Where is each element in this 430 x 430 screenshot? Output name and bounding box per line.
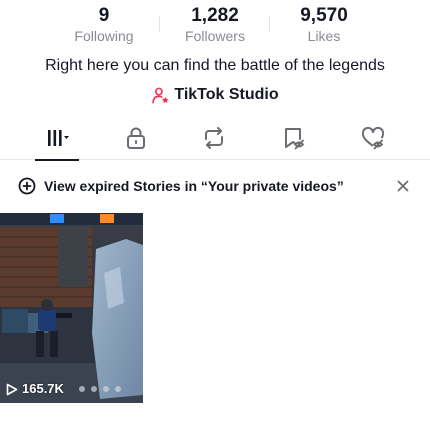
- lock-icon: [127, 127, 145, 149]
- profile-stats: 9 Following 1,282 Followers 9,570 Likes: [0, 4, 430, 46]
- repost-icon: [205, 127, 223, 149]
- followers-count: 1,282: [191, 5, 239, 26]
- close-icon[interactable]: [396, 179, 410, 193]
- followers-label: Followers: [185, 28, 245, 44]
- likes-stat[interactable]: 9,570 Likes: [269, 4, 379, 44]
- likes-count: 9,570: [300, 5, 348, 26]
- tab-liked[interactable]: [347, 116, 399, 160]
- person-star-icon: [152, 87, 169, 103]
- profile-tabs: [0, 116, 430, 161]
- tiktok-studio-label: TikTok Studio: [174, 86, 279, 103]
- profile-bio: Right here you can find the battle of th…: [45, 57, 385, 74]
- following-label: Following: [74, 28, 134, 44]
- tiktok-studio-link[interactable]: TikTok Studio: [0, 84, 430, 106]
- heart-hidden-icon: [361, 126, 385, 150]
- tab-reposts[interactable]: [188, 116, 240, 160]
- videos-grid-icon: [48, 130, 69, 146]
- likes-label: Likes: [307, 28, 341, 44]
- video-thumbnail[interactable]: 165.7K: [0, 213, 143, 403]
- tab-private[interactable]: [110, 116, 162, 160]
- video-thumbnail-image: [0, 213, 143, 403]
- following-stat[interactable]: 9 Following: [49, 4, 159, 44]
- play-icon: [6, 383, 18, 395]
- view-count-label: 165.7K: [22, 381, 64, 396]
- tab-favorites[interactable]: [268, 116, 320, 160]
- add-circle-icon: [18, 177, 36, 195]
- expired-stories-banner[interactable]: View expired Stories in “Your private vi…: [0, 172, 430, 200]
- tab-videos[interactable]: [31, 116, 83, 161]
- view-count: 165.7K: [6, 381, 64, 397]
- bookmark-hidden-icon: [285, 128, 305, 150]
- expired-stories-text: View expired Stories in “Your private vi…: [44, 178, 344, 194]
- followers-stat[interactable]: 1,282 Followers: [160, 4, 270, 44]
- following-count: 9: [98, 5, 110, 26]
